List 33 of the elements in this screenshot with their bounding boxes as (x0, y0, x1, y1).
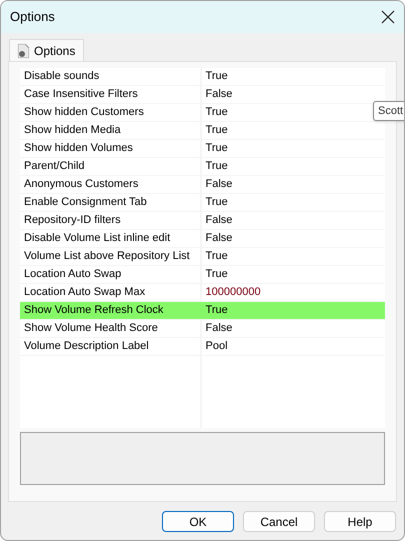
property-value: True (202, 194, 385, 211)
property-name: Anonymous Customers (20, 176, 200, 193)
property-name: Volume List above Repository List (20, 248, 200, 265)
property-name: Show hidden Customers (20, 104, 200, 121)
property-value: True (202, 248, 385, 265)
property-value: False (202, 176, 385, 193)
property-value: True (202, 140, 385, 157)
property-value: False (202, 230, 385, 247)
property-value: Pool (202, 338, 385, 355)
property-value: 100000000 (202, 284, 385, 301)
property-name: Disable Volume List inline edit (20, 230, 200, 247)
property-name: Show Volume Health Score (20, 320, 200, 337)
property-name: Parent/Child (20, 158, 200, 175)
property-value: True (202, 266, 385, 283)
property-name: Case Insensitive Filters (20, 86, 200, 103)
property-value: False (202, 86, 385, 103)
property-name: Show hidden Volumes (20, 140, 200, 157)
property-name: Volume Description Label (20, 338, 200, 355)
property-value: True (204, 303, 229, 318)
property-name: Enable Consignment Tab (20, 194, 200, 211)
property-value: False (202, 320, 385, 337)
property-name: Show hidden Media (20, 122, 200, 139)
property-name: Repository-ID filters (20, 212, 200, 229)
property-value: True (202, 122, 385, 139)
property-value: True (202, 158, 385, 175)
property-value: True (202, 68, 385, 85)
property-value: False (202, 212, 385, 229)
property-name: Show Volume Refresh Clock (23, 303, 164, 318)
window-title: Options (10, 8, 55, 26)
tooltip: Scott (373, 101, 404, 121)
property-name: Disable sounds (20, 68, 200, 85)
property-name: Location Auto Swap Max (20, 284, 200, 301)
property-name: Location Auto Swap (20, 266, 200, 283)
